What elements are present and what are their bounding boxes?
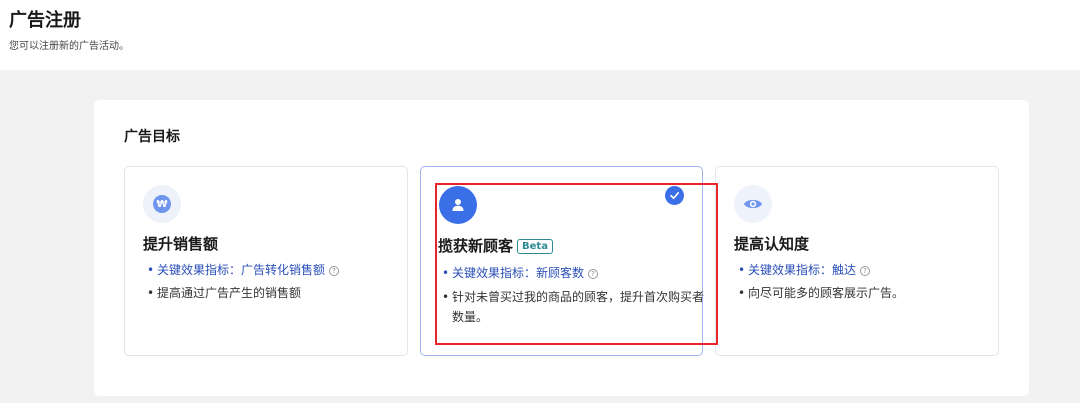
goal-card-metric: • 关键效果指标：触达? xyxy=(738,260,871,280)
beta-badge: Beta xyxy=(517,239,553,254)
help-icon[interactable]: ? xyxy=(588,269,599,279)
eye-icon xyxy=(734,185,772,223)
help-icon[interactable]: ? xyxy=(860,266,871,276)
page-subtitle: 您可以注册新的广告活动。 xyxy=(9,41,129,52)
selected-check-icon xyxy=(665,186,684,205)
goal-card-title: 揽获新顾客 Beta xyxy=(438,235,553,256)
goal-card-title: 提高认知度 xyxy=(734,235,810,253)
goal-card-description: • 提高通过广告产生的销售额 xyxy=(147,286,302,300)
goal-card-description: • 针对未曾买过我的商品的顾客，提升首次购买者数量。 xyxy=(442,290,705,324)
goal-card-description: • 向尽可能多的顾客展示广告。 xyxy=(738,286,905,300)
user-icon xyxy=(439,186,477,224)
page-title: 广告注册 xyxy=(9,10,81,31)
page-header: 广告注册 您可以注册新的广告活动。 xyxy=(0,0,1080,70)
goal-card-title: 提升销售额 xyxy=(143,235,219,253)
section-title: 广告目标 xyxy=(124,129,180,145)
help-icon[interactable]: ? xyxy=(329,266,340,276)
won-icon: ₩ xyxy=(143,185,181,223)
goal-card-metric: • 关键效果指标：广告转化销售额? xyxy=(147,260,340,280)
goal-card-metric: • 关键效果指标：新顾客数? xyxy=(442,263,599,283)
